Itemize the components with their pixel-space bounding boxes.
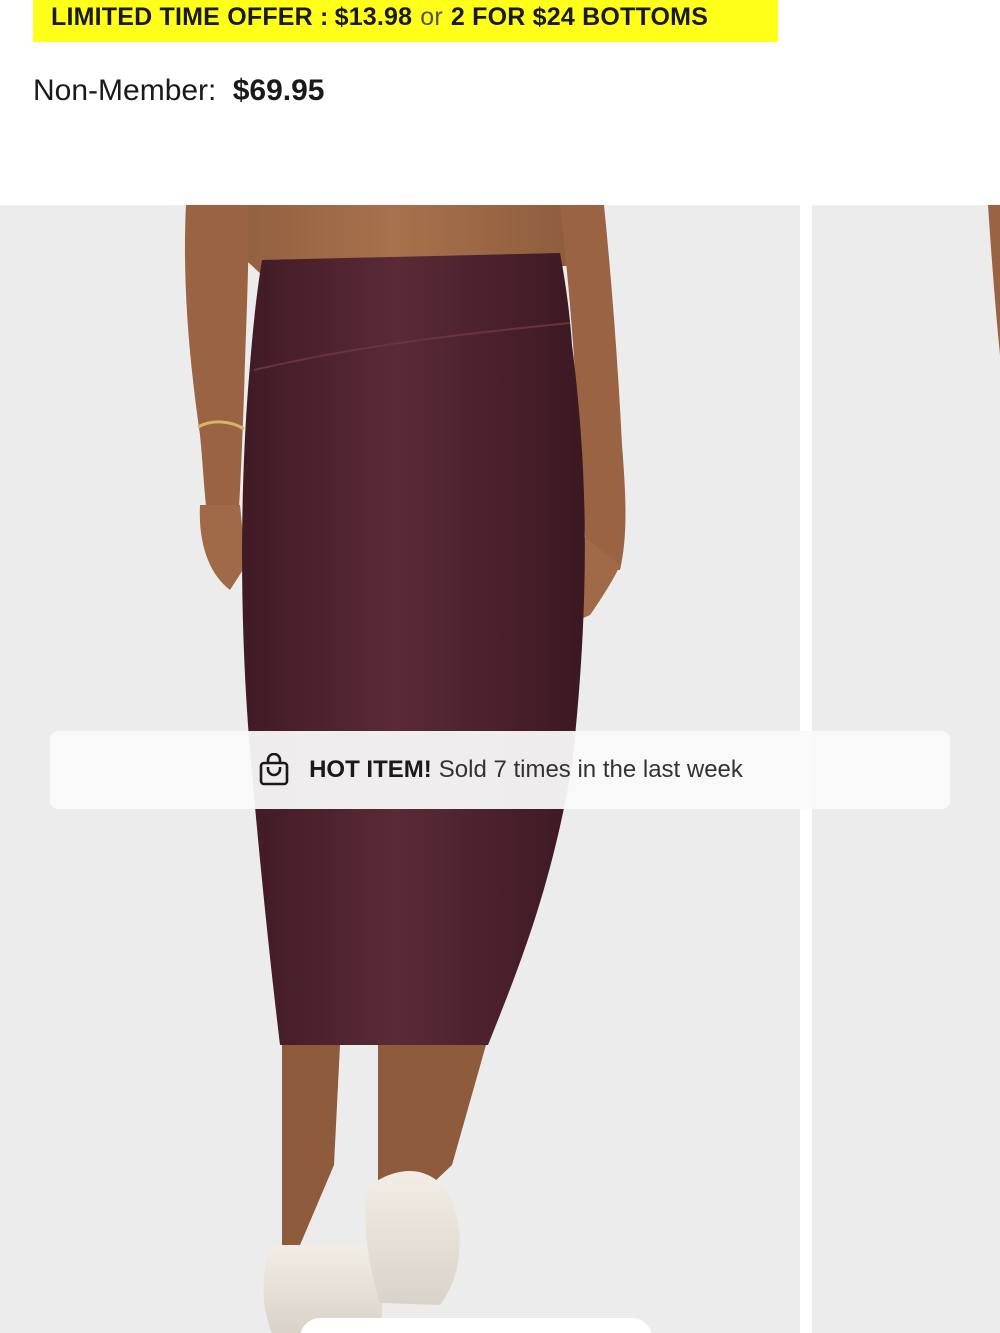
product-page: LIMITED TIME OFFER : $13.98 or 2 FOR $24… (0, 0, 1000, 1333)
price-value: $69.95 (232, 74, 325, 107)
promo-deal: 2 FOR $24 BOTTOMS (450, 2, 709, 31)
shopping-bag-icon (257, 753, 291, 787)
promo-label: LIMITED TIME OFFER : (51, 2, 329, 31)
hot-item-text: Sold 7 times in the last week (438, 756, 743, 783)
floating-action-pill[interactable] (300, 1318, 652, 1333)
non-member-price: Non-Member: $69.95 (33, 74, 325, 108)
hot-item-label: HOT ITEM! (309, 756, 432, 783)
promo-banner: LIMITED TIME OFFER : $13.98 or 2 FOR $24… (33, 0, 778, 42)
promo-or: or (420, 2, 443, 31)
hot-item-banner: HOT ITEM! Sold 7 times in the last week (50, 731, 950, 809)
promo-price: $13.98 (334, 2, 413, 31)
price-label: Non-Member: (33, 74, 217, 107)
